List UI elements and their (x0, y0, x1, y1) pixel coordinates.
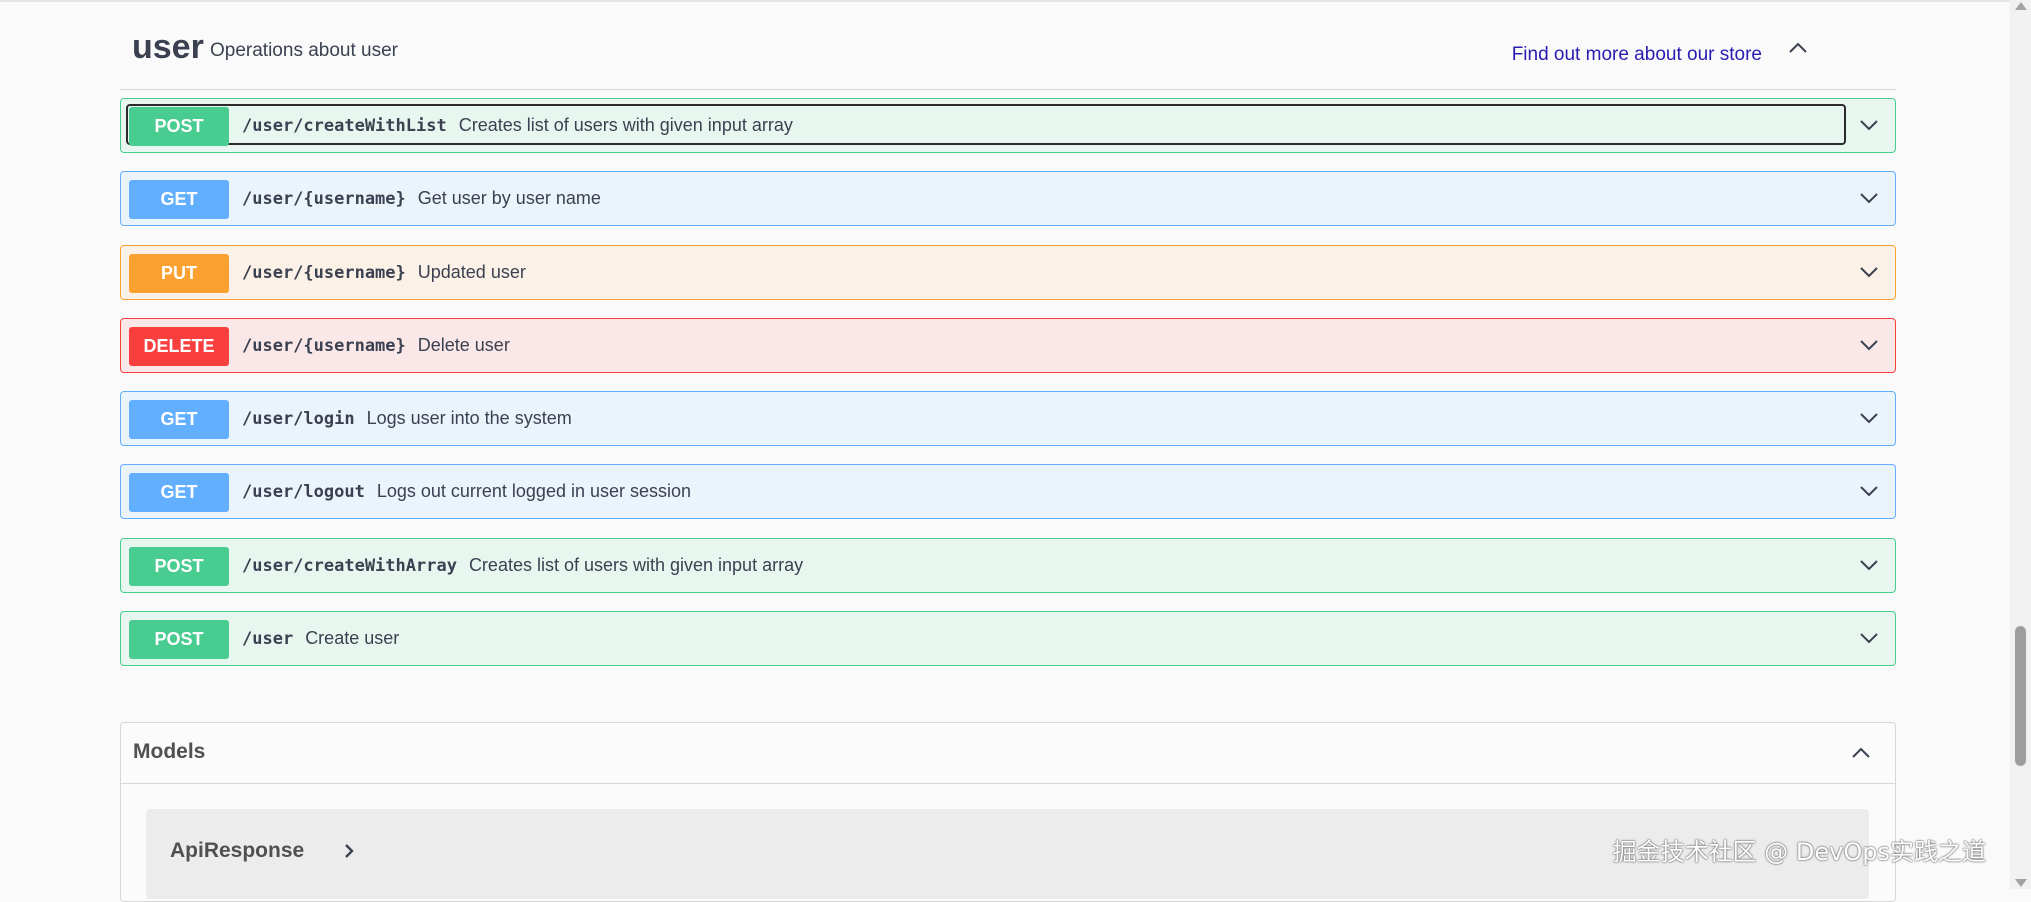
chevron-down-icon[interactable] (1859, 188, 1879, 208)
operation-summary[interactable]: POST /user Create user (126, 617, 1846, 659)
operation-path: /user/{username} (242, 263, 406, 283)
method-badge: POST (129, 107, 229, 146)
tag-name: user (132, 28, 204, 66)
operation-summary[interactable]: PUT /user/{username} Updated user (126, 251, 1846, 293)
operation-summary[interactable]: DELETE /user/{username} Delete user (126, 324, 1846, 366)
operation-block: POST /user/createWithArray Creates list o… (120, 538, 1896, 593)
operation-path: /user (242, 629, 294, 649)
operation-summary[interactable]: GET /user/{username} Get user by user nam… (126, 177, 1846, 219)
external-docs-link[interactable]: Find out more about our store (1512, 44, 1762, 66)
chevron-down-icon[interactable] (1859, 115, 1879, 135)
model-name: ApiResponse (170, 839, 305, 862)
operation-summary-text: Delete user (417, 335, 510, 355)
chevron-down-icon[interactable] (1859, 335, 1879, 355)
vertical-scrollbar[interactable] (2010, 0, 2031, 889)
chevron-right-icon[interactable] (342, 843, 356, 859)
operation-summary[interactable]: GET /user/logout Logs out current logged … (126, 470, 1846, 512)
operation-path: /user/createWithList (242, 116, 447, 136)
models-header[interactable]: Models (121, 723, 1895, 784)
operation-path: /user/logout (242, 482, 365, 502)
operation-summary-text: Logs user into the system (366, 408, 572, 428)
operation-block: PUT /user/{username} Updated user (120, 245, 1896, 300)
operation-block: GET /user/{username} Get user by user nam… (120, 171, 1896, 226)
operation-summary-text: Creates list of users with given input a… (458, 115, 793, 135)
operation-summary-text: Create user (305, 628, 400, 648)
operation-summary[interactable]: POST /user/createWithList Creates list of… (126, 104, 1846, 146)
operation-summary[interactable]: GET /user/login Logs user into the system (126, 397, 1846, 439)
tag-section-header[interactable]: user Operations about user Find out more… (120, 20, 1896, 90)
operation-summary-text: Get user by user name (417, 188, 601, 208)
operation-path: /user/login (242, 409, 355, 429)
chevron-up-icon[interactable] (1851, 743, 1871, 763)
operation-block: GET /user/logout Logs out current logged … (120, 464, 1896, 519)
method-badge: POST (129, 620, 229, 659)
tag-description: Operations about user (210, 40, 399, 61)
chevron-down-icon[interactable] (1859, 408, 1879, 428)
operation-block: POST /user/createWithList Creates list of… (120, 98, 1896, 153)
operation-summary[interactable]: POST /user/createWithArray Creates list o… (126, 544, 1846, 586)
method-badge: DELETE (129, 327, 229, 366)
top-border (0, 0, 2010, 2)
operation-path: /user/{username} (242, 189, 406, 209)
chevron-up-icon[interactable] (1788, 38, 1808, 58)
operation-summary-text: Logs out current logged in user session (376, 481, 692, 501)
operation-block: POST /user Create user (120, 611, 1896, 666)
scrollbar-thumb[interactable] (2015, 626, 2026, 766)
operation-path: /user/{username} (242, 336, 406, 356)
models-title: Models (133, 740, 206, 763)
method-badge: PUT (129, 254, 229, 293)
swagger-page: user Operations about user Find out more… (0, 0, 2010, 902)
method-badge: GET (129, 400, 229, 439)
watermark: 掘金技术社区 @ DevOps实践之道 (1612, 838, 1986, 866)
scroll-down-arrow-icon[interactable] (2015, 879, 2027, 887)
operation-block: GET /user/login Logs user into the system (120, 391, 1896, 446)
chevron-down-icon[interactable] (1859, 481, 1879, 501)
operation-path: /user/createWithArray (242, 556, 457, 576)
method-badge: POST (129, 547, 229, 586)
operation-block: DELETE /user/{username} Delete user (120, 318, 1896, 373)
model-item[interactable]: ApiResponse (146, 809, 1869, 899)
operation-summary-text: Creates list of users with given input a… (468, 555, 804, 575)
scroll-up-arrow-icon[interactable] (2015, 2, 2027, 10)
method-badge: GET (129, 473, 229, 512)
method-badge: GET (129, 180, 229, 219)
operation-summary-text: Updated user (417, 262, 526, 282)
chevron-down-icon[interactable] (1859, 555, 1879, 575)
models-section: Models ApiResponse (120, 722, 1896, 902)
chevron-down-icon[interactable] (1859, 262, 1879, 282)
chevron-down-icon[interactable] (1859, 628, 1879, 648)
